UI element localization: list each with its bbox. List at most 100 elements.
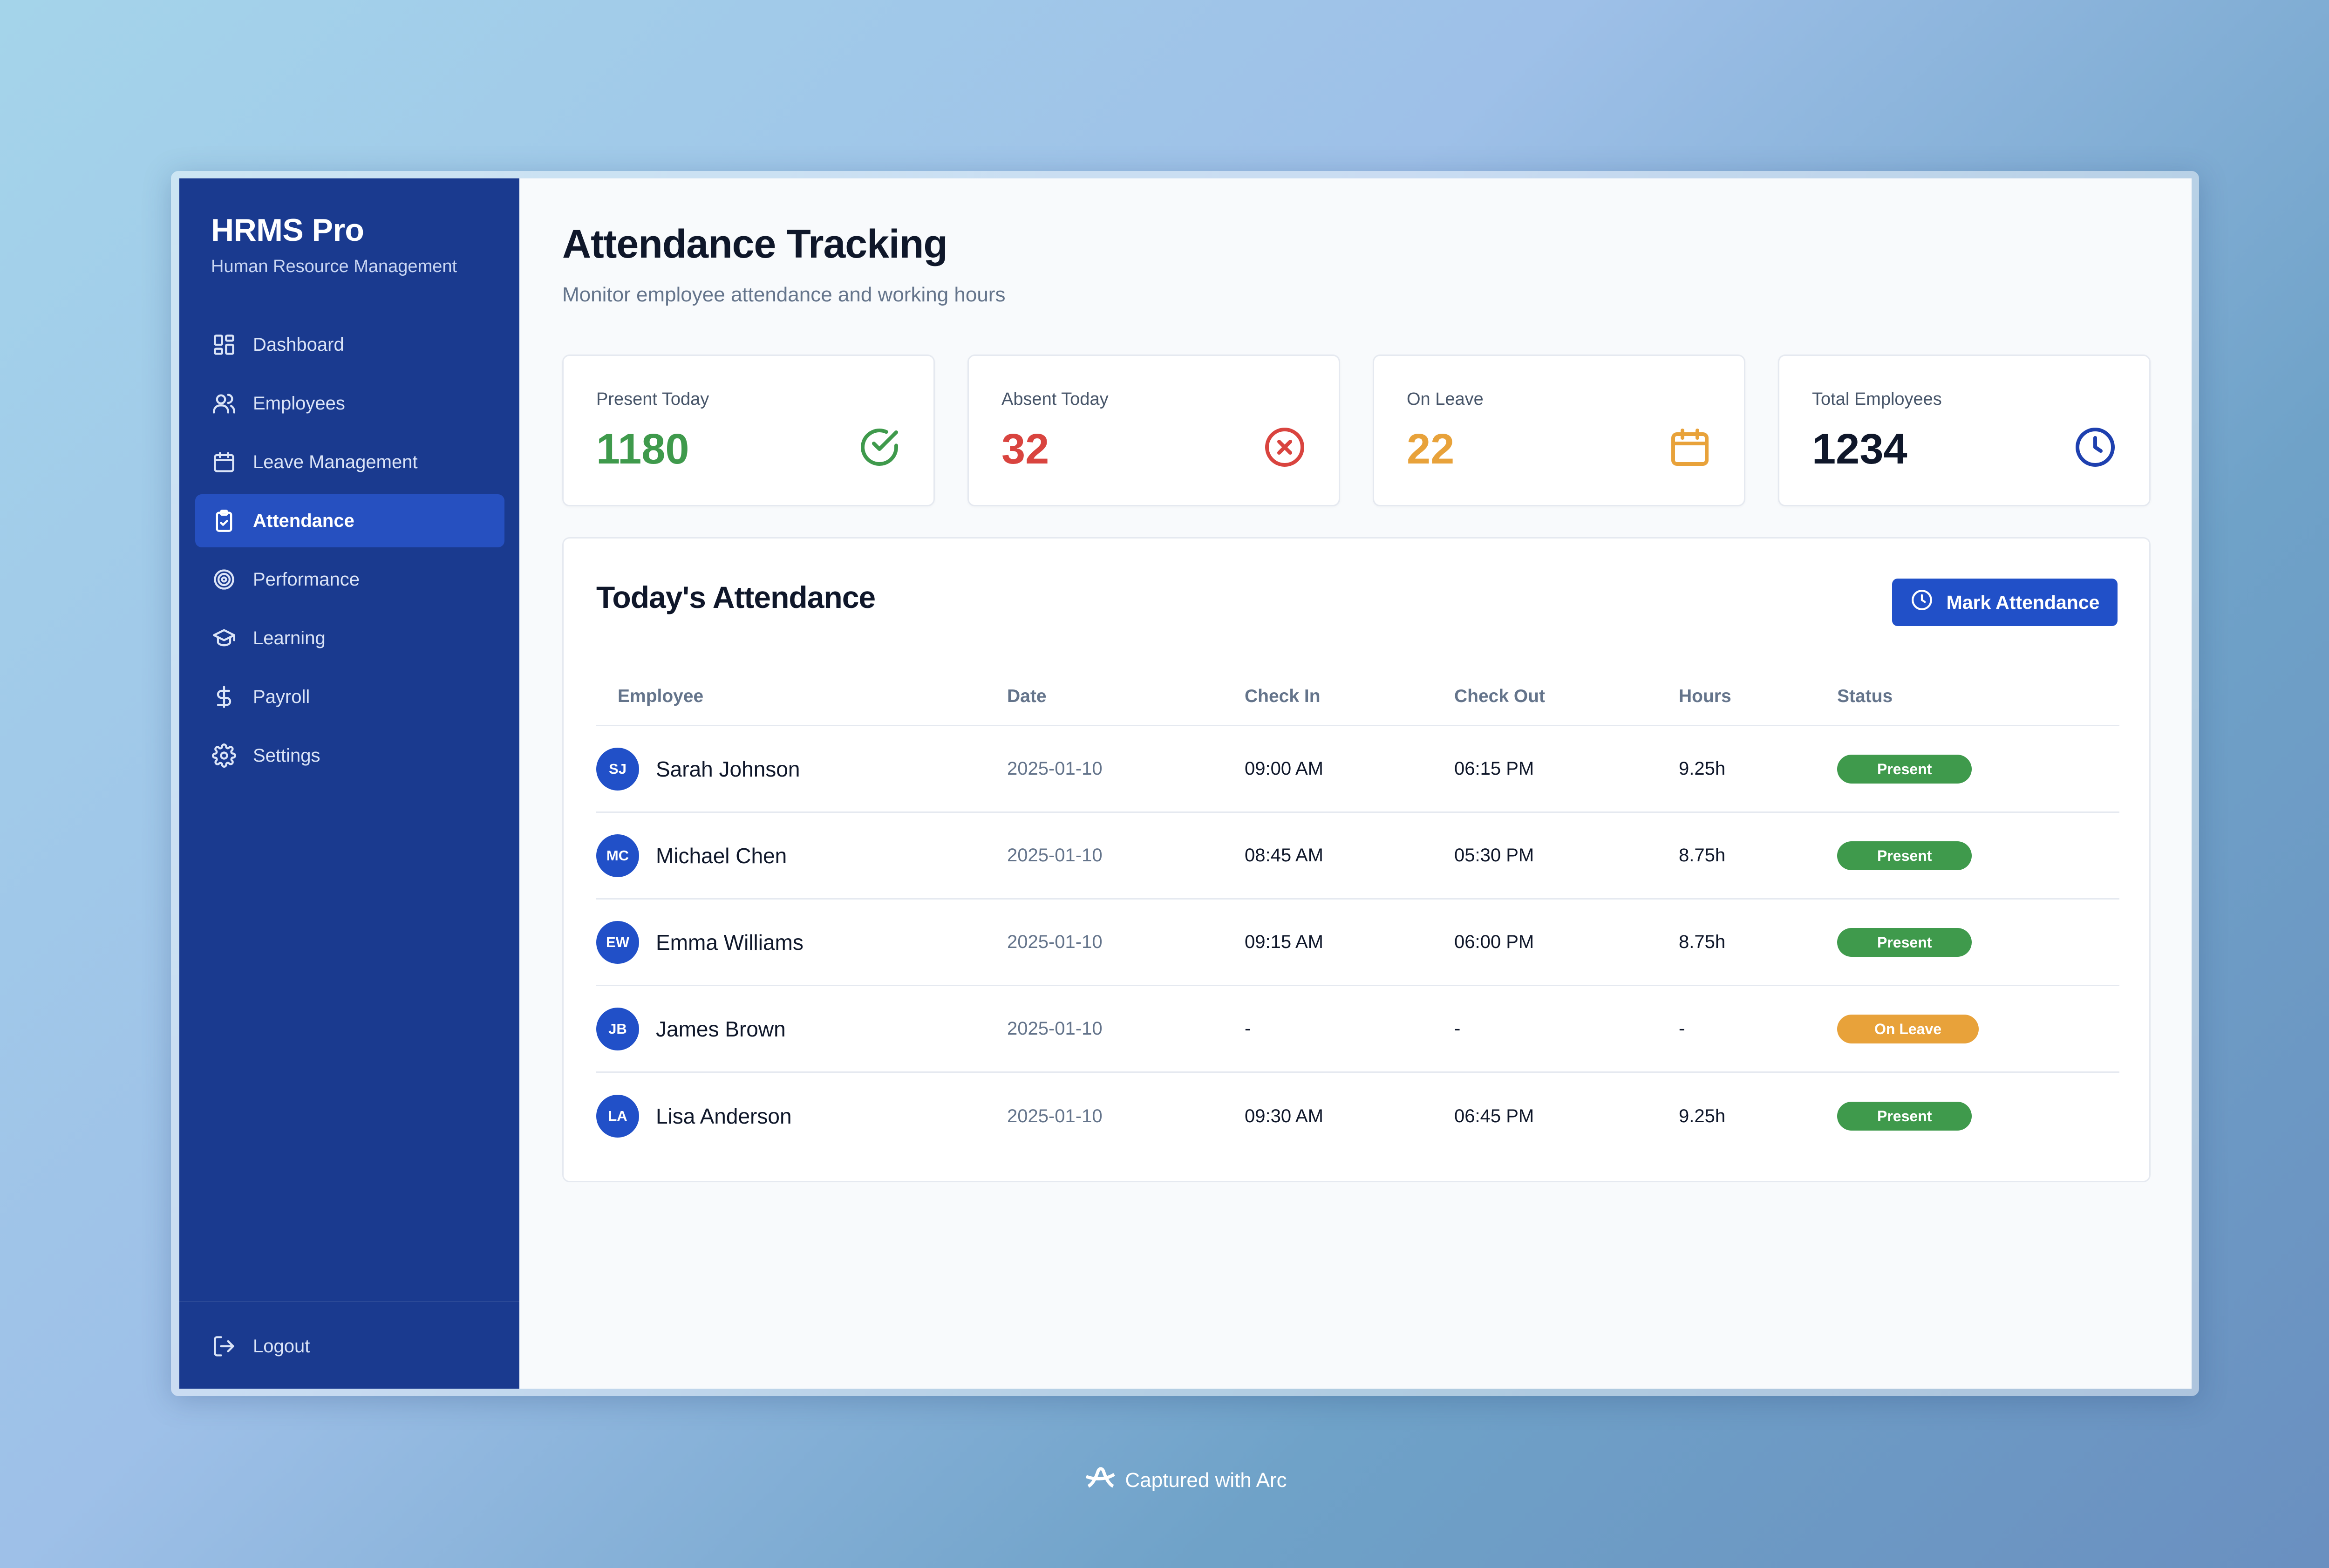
dashboard-icon: [211, 332, 237, 358]
sidebar-item-settings[interactable]: Settings: [195, 729, 504, 782]
check-out-cell: 05:30 PM: [1454, 845, 1534, 866]
page-title: Attendance Tracking: [562, 222, 948, 266]
date-cell: 2025-01-10: [1007, 1105, 1103, 1126]
sidebar-item-employees[interactable]: Employees: [195, 377, 504, 430]
employee-name: Sarah Johnson: [656, 757, 800, 781]
employee-cell: EW Emma Williams: [596, 920, 1007, 964]
employee-name: Emma Williams: [656, 930, 804, 954]
hours-cell: -: [1679, 1018, 1685, 1039]
employee-name: James Brown: [656, 1016, 786, 1041]
hours-cell: 8.75h: [1679, 845, 1726, 866]
dollar-icon: [211, 684, 237, 710]
sidebar-item-payroll[interactable]: Payroll: [195, 670, 504, 723]
status-cell: Present: [1837, 927, 2119, 957]
table-row[interactable]: MC Michael Chen 2025-01-10 08:45 AM 05:3…: [596, 813, 2119, 900]
table-header: Employee Date Check In Check Out Hours S…: [596, 668, 2119, 726]
clock-icon: [1910, 588, 1934, 616]
sidebar-item-label: Settings: [253, 745, 320, 766]
sidebar-item-learning[interactable]: Learning: [195, 612, 504, 665]
avatar: EW: [596, 920, 639, 964]
sidebar-item-label: Dashboard: [253, 334, 344, 355]
table-row[interactable]: EW Emma Williams 2025-01-10 09:15 AM 06:…: [596, 900, 2119, 986]
check-in-cell: 09:30 AM: [1245, 1105, 1324, 1126]
clipboard-check-icon: [211, 508, 237, 534]
check-out-cell: 06:15 PM: [1454, 758, 1534, 779]
brand: HRMS Pro Human Resource Management: [211, 212, 457, 277]
column-header-employee: Employee: [618, 686, 704, 706]
check-in-cell: 09:15 AM: [1245, 932, 1324, 952]
sidebar: HRMS Pro Human Resource Management Dashb…: [179, 178, 519, 1389]
check-out-cell: 06:45 PM: [1454, 1105, 1534, 1126]
logout-icon: [211, 1333, 237, 1359]
status-badge: On Leave: [1837, 1014, 1979, 1043]
stat-value: 32: [1001, 425, 1049, 473]
footer-text: Captured with Arc: [1125, 1468, 1287, 1492]
column-header-hours: Hours: [1679, 686, 1731, 706]
hours-cell: 9.25h: [1679, 1105, 1726, 1126]
sidebar-item-performance[interactable]: Performance: [195, 553, 504, 606]
table-row[interactable]: JB James Brown 2025-01-10 - - - On Leave: [596, 986, 2119, 1073]
stats-row: Present Today 1180 Absent Today 32 On Le…: [562, 355, 2151, 506]
check-in-cell: 08:45 AM: [1245, 845, 1324, 866]
table-row[interactable]: LA Lisa Anderson 2025-01-10 09:30 AM 06:…: [596, 1073, 2119, 1159]
status-cell: Present: [1837, 1102, 2119, 1131]
calendar-icon: [211, 449, 237, 475]
graduation-cap-icon: [211, 625, 237, 651]
date-cell: 2025-01-10: [1007, 758, 1103, 779]
gear-icon: [211, 743, 237, 769]
brand-subtitle: Human Resource Management: [211, 257, 457, 276]
status-cell: Present: [1837, 841, 2119, 870]
panel-title: Today's Attendance: [596, 580, 876, 614]
column-header-check-in: Check In: [1245, 686, 1321, 706]
stat-label: Present Today: [596, 389, 709, 409]
mark-attendance-button[interactable]: Mark Attendance: [1892, 579, 2118, 626]
clock-icon: [2073, 425, 2118, 470]
employee-cell: JB James Brown: [596, 1007, 1007, 1050]
logout-button[interactable]: Logout: [195, 1320, 504, 1373]
status-badge: Present: [1837, 754, 1972, 784]
employee-name: Lisa Anderson: [656, 1104, 792, 1128]
sidebar-item-label: Attendance: [253, 510, 354, 531]
date-cell: 2025-01-10: [1007, 932, 1103, 952]
sidebar-item-label: Performance: [253, 569, 360, 590]
column-header-status: Status: [1837, 686, 1893, 706]
avatar: JB: [596, 1007, 639, 1050]
sidebar-item-attendance[interactable]: Attendance: [195, 494, 504, 547]
brand-title: HRMS Pro: [211, 212, 364, 248]
table-row[interactable]: SJ Sarah Johnson 2025-01-10 09:00 AM 06:…: [596, 726, 2119, 813]
app-window: HRMS Pro Human Resource Management Dashb…: [179, 178, 2192, 1389]
sidebar-item-label: Learning: [253, 627, 326, 648]
check-out-cell: 06:00 PM: [1454, 932, 1534, 952]
attendance-table: Employee Date Check In Check Out Hours S…: [596, 668, 2119, 1159]
sidebar-item-leave-management[interactable]: Leave Management: [195, 436, 504, 489]
stat-value: 1180: [596, 425, 689, 473]
avatar: LA: [596, 1095, 639, 1138]
date-cell: 2025-01-10: [1007, 845, 1103, 866]
sidebar-item-label: Employees: [253, 393, 345, 414]
target-icon: [211, 566, 237, 593]
sidebar-divider: [179, 1301, 519, 1302]
status-cell: On Leave: [1837, 1014, 2119, 1043]
stat-value: 1234: [1812, 425, 1907, 473]
stat-card-absent: Absent Today 32: [967, 355, 1340, 506]
hours-cell: 9.25h: [1679, 758, 1726, 779]
arc-logo-icon: [1083, 1460, 1117, 1500]
employee-cell: LA Lisa Anderson: [596, 1095, 1007, 1138]
calendar-icon: [1668, 425, 1712, 470]
avatar: MC: [596, 834, 639, 877]
check-in-cell: -: [1245, 1018, 1251, 1039]
page-subtitle: Monitor employee attendance and working …: [562, 283, 1006, 306]
logout-area: Logout: [195, 1320, 504, 1378]
stat-label: On Leave: [1407, 389, 1484, 409]
column-header-date: Date: [1007, 686, 1047, 706]
stat-label: Total Employees: [1812, 389, 1942, 409]
sidebar-item-dashboard[interactable]: Dashboard: [195, 318, 504, 371]
check-in-cell: 09:00 AM: [1245, 758, 1324, 779]
date-cell: 2025-01-10: [1007, 1018, 1103, 1039]
employee-cell: SJ Sarah Johnson: [596, 747, 1007, 791]
avatar: SJ: [596, 747, 639, 791]
sidebar-item-label: Payroll: [253, 686, 310, 707]
employee-name: Michael Chen: [656, 843, 787, 868]
stat-value: 22: [1407, 425, 1455, 473]
stat-card-on-leave: On Leave 22: [1373, 355, 1745, 506]
